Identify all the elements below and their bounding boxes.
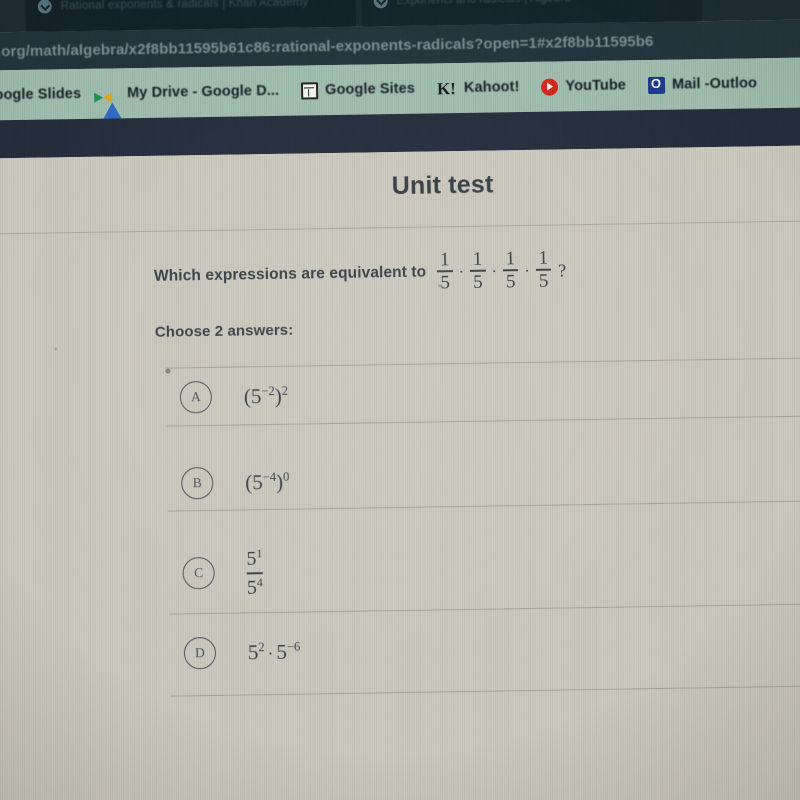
- option-divider: [166, 414, 800, 427]
- bookmark-label: Google Sites: [325, 80, 416, 99]
- bookmark-my-drive[interactable]: My Drive - Google D...: [102, 82, 280, 119]
- fraction-numerator: 1: [538, 247, 549, 269]
- question-fraction-3: 1 5: [502, 248, 519, 293]
- answer-instruction: Choose 2 answers:: [154, 321, 294, 341]
- tab-favicon-icon: [373, 0, 388, 9]
- answer-option-c[interactable]: C 51 54: [182, 546, 263, 600]
- fraction-denominator: 54: [246, 574, 263, 599]
- option-bubble-b[interactable]: B: [181, 466, 214, 500]
- question-suffix: ?: [558, 260, 567, 281]
- browser-tab-1-title: Rational exponents & radicals | Khan Aca…: [60, 0, 309, 13]
- fraction-bar: [246, 572, 263, 575]
- kahoot-icon: K!: [436, 78, 457, 98]
- question-fraction-2: 1 5: [470, 248, 486, 293]
- bookmark-label: My Drive - Google D...: [126, 82, 280, 102]
- bookmark-youtube[interactable]: YouTube: [541, 77, 627, 96]
- question-prefix: Which expressions are equivalent to: [153, 263, 427, 286]
- option-expression-d: 52 · 5−6: [247, 639, 301, 664]
- option-bubble-d[interactable]: D: [183, 636, 217, 670]
- option-expression-a: (5−2)2: [243, 383, 289, 408]
- option-bubble-a[interactable]: A: [179, 380, 213, 414]
- fraction-numerator: 1: [472, 248, 483, 270]
- bookmark-google-slides[interactable]: Google Slides: [0, 85, 81, 104]
- fraction-numerator: 1: [439, 249, 450, 271]
- fraction-denominator: 5: [473, 271, 483, 293]
- question-row: Which expressions are equivalent to 1 5 …: [153, 247, 567, 298]
- option-c-fraction: 51 54: [246, 546, 263, 599]
- browser-tab-2-title: Exponents and radicals | Algebra: [397, 0, 572, 7]
- multiply-dot-icon: ·: [524, 263, 530, 281]
- google-sites-icon: [301, 81, 319, 100]
- answer-option-a[interactable]: A (5−2)2: [179, 380, 289, 414]
- option-expression-b: (5−4)0: [245, 469, 290, 494]
- tab-favicon-icon: [37, 0, 52, 14]
- option-divider: [169, 602, 800, 615]
- bookmark-outlook-mail[interactable]: Mail -Outloo: [647, 75, 758, 94]
- option-bubble-c[interactable]: C: [182, 557, 215, 590]
- header-divider: [0, 219, 800, 235]
- fraction-denominator: 5: [440, 272, 451, 294]
- outlook-icon: [647, 76, 666, 94]
- option-divider: [170, 684, 800, 697]
- fraction-denominator: 5: [538, 270, 549, 292]
- bookmark-google-sites[interactable]: Google Sites: [301, 80, 416, 100]
- youtube-icon: [541, 77, 559, 96]
- bookmark-kahoot[interactable]: K! Kahoot!: [436, 78, 520, 98]
- cursor-dot: [165, 368, 171, 374]
- option-expression-c: 51 54: [246, 546, 263, 599]
- page-title: Unit test: [391, 170, 494, 201]
- multiply-dot-icon: ·: [491, 263, 498, 281]
- screen-content: Rational exponents & radicals | Khan Aca…: [0, 0, 800, 800]
- url-text: demy.org/math/algebra/x2f8bb11595b61c86:…: [0, 32, 654, 61]
- screen-speck: [438, 284, 442, 288]
- google-drive-icon: [102, 84, 122, 119]
- option-divider: [165, 356, 800, 369]
- answer-option-d[interactable]: D 52 · 5−6: [183, 636, 301, 670]
- fraction-denominator: 5: [505, 271, 516, 293]
- fraction-numerator: 1: [505, 248, 516, 270]
- answer-option-b[interactable]: B (5−4)0: [181, 466, 290, 500]
- bookmark-label: Kahoot!: [463, 79, 520, 96]
- bookmark-label: Mail -Outloo: [671, 75, 758, 93]
- multiply-dot-icon: ·: [267, 643, 274, 663]
- bookmark-label: YouTube: [565, 77, 627, 95]
- option-divider: [167, 499, 800, 512]
- monitor-photo: Rational exponents & radicals | Khan Aca…: [0, 0, 800, 800]
- fraction-numerator: 51: [246, 546, 263, 571]
- multiply-dot-icon: ·: [458, 264, 465, 282]
- bookmark-label: Google Slides: [0, 85, 82, 104]
- question-fraction-4: 1 5: [535, 247, 552, 292]
- exercise-page: Unit test Which expressions are equivale…: [0, 144, 800, 800]
- screen-speck: [54, 347, 58, 351]
